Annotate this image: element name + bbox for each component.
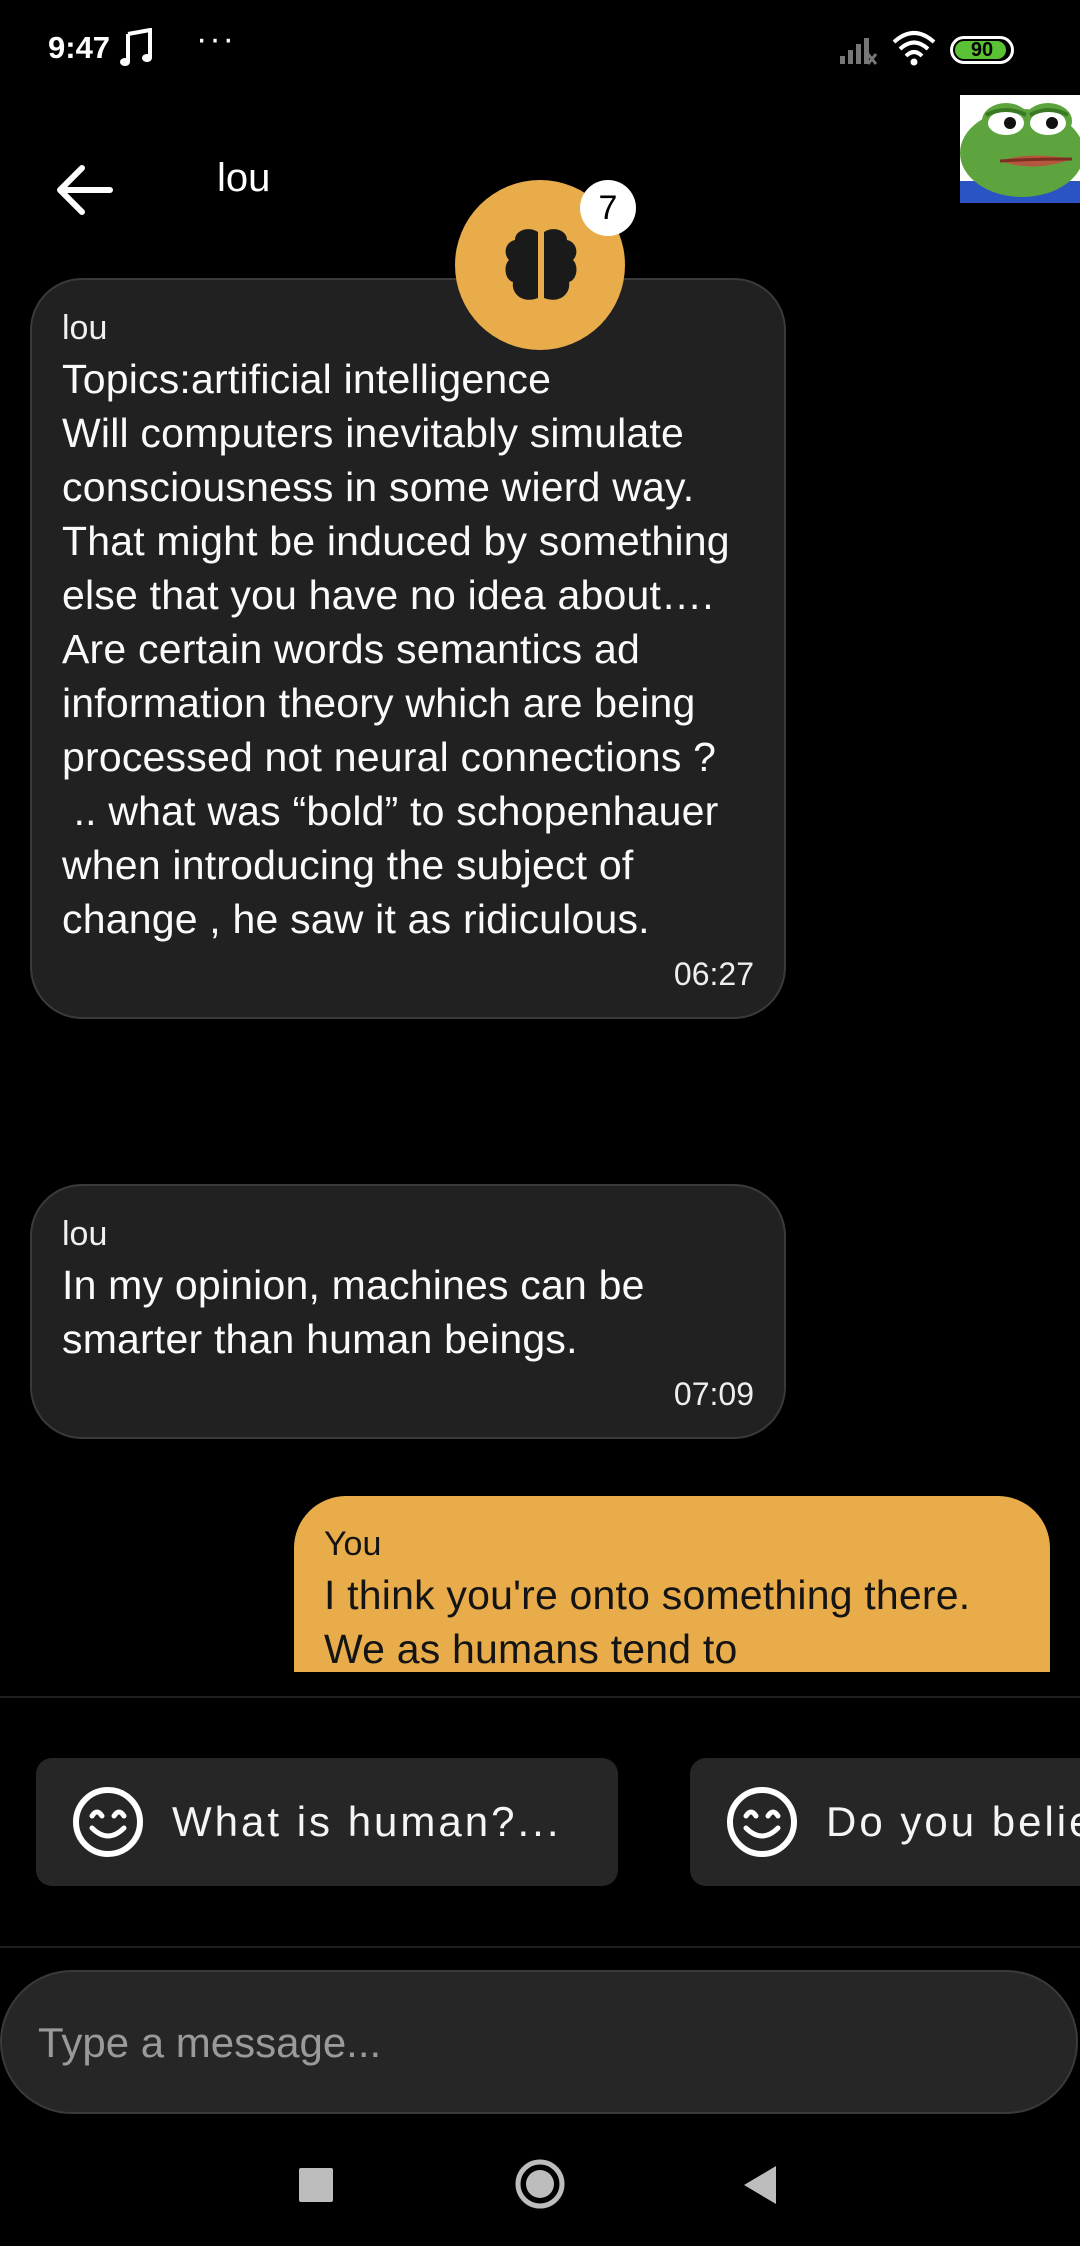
- system-nav-bar: [0, 2120, 1080, 2246]
- smiley-icon: [727, 1787, 797, 1857]
- suggestion-chip[interactable]: Do you belie: [690, 1758, 1080, 1886]
- suggestion-label: Do you belie: [826, 1798, 1080, 1845]
- message-sender: You: [324, 1525, 382, 1563]
- chat-title: lou: [217, 156, 271, 200]
- smiley-icon: [73, 1787, 143, 1857]
- message-composer[interactable]: [0, 1970, 1078, 2114]
- message-text: Topics:artificial intelligence Will comp…: [62, 356, 730, 942]
- suggestion-chip[interactable]: What is human?...: [36, 1758, 618, 1886]
- status-time: 9:47: [48, 30, 111, 65]
- chat-screen: 9:47 ··· 90 lou 7 lou Topics:artificial …: [0, 0, 1080, 2246]
- topic-count-badge: 7: [580, 180, 636, 236]
- status-bar: 9:47 ··· 90: [0, 0, 1080, 100]
- frog-avatar-image: [960, 95, 1080, 203]
- suggestion-label: What is human?...: [172, 1798, 562, 1845]
- arrow-back-icon[interactable]: [52, 158, 116, 222]
- brain-icon: [505, 229, 577, 300]
- music-note-icon: [120, 28, 152, 66]
- message-text: I think you're onto something there. We …: [324, 1572, 982, 1672]
- home-icon[interactable]: [514, 2158, 566, 2210]
- battery-level: 90: [970, 39, 994, 61]
- message-sender: lou: [62, 309, 108, 347]
- message-sender: lou: [62, 1215, 108, 1253]
- avatar[interactable]: [960, 95, 1080, 203]
- wifi-icon: [892, 31, 936, 66]
- more-dots-icon: ···: [196, 20, 236, 58]
- message-bubble[interactable]: lou In my opinion, machines can be smart…: [30, 1184, 786, 1439]
- divider: [0, 1696, 1080, 1698]
- message-input[interactable]: [36, 1972, 1040, 2114]
- suggestion-list[interactable]: What is human?... Do you belie: [0, 1700, 1080, 1890]
- nav-back-icon[interactable]: [742, 2164, 778, 2206]
- recents-icon[interactable]: [299, 2168, 333, 2202]
- message-bubble[interactable]: lou Topics:artificial intelligence Will …: [30, 278, 786, 1019]
- message-list[interactable]: lou Topics:artificial intelligence Will …: [0, 250, 1080, 1672]
- battery-icon: 90: [950, 36, 1014, 64]
- message-time: 07:09: [673, 1376, 754, 1412]
- divider: [0, 1946, 1080, 1948]
- message-time: 06:27: [673, 956, 754, 992]
- signal-icon: [840, 38, 878, 65]
- my-message-bubble[interactable]: You I think you're onto something there.…: [294, 1496, 1050, 1672]
- message-text: In my opinion, machines can be smarter t…: [62, 1262, 657, 1362]
